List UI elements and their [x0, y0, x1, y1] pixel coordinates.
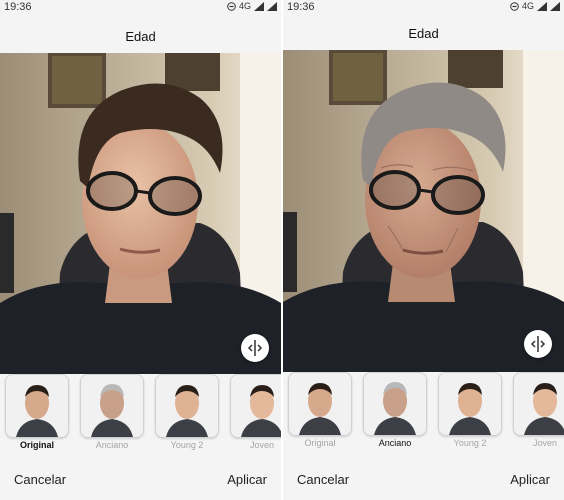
filter-label: Original	[19, 440, 54, 450]
filter-thumbnail	[230, 374, 281, 438]
filter-original[interactable]: Original	[5, 374, 69, 450]
screen-anciano: 19:36 4G Edad Original Anciano Young 2 J…	[283, 0, 564, 500]
apply-button[interactable]: Aplicar	[510, 472, 550, 487]
status-bar: 19:36 4G	[283, 0, 564, 16]
screen-original: 19:36 4G Edad Original Anciano Young 2 J…	[0, 0, 281, 500]
bottom-action-bar: Cancelar Aplicar	[0, 460, 281, 500]
do-not-disturb-icon	[510, 1, 519, 11]
filter-thumbnail	[155, 374, 219, 438]
compare-icon	[530, 336, 546, 352]
page-title: Edad	[125, 29, 156, 44]
photo-preview	[283, 50, 564, 388]
filter-label: Anciano	[378, 438, 412, 448]
filter-thumbnail	[5, 374, 69, 438]
status-bar: 19:36 4G	[0, 0, 281, 16]
battery-icon	[550, 1, 560, 11]
filter-label: Joven	[249, 440, 275, 450]
filter-thumbnail	[288, 372, 352, 436]
apply-button[interactable]: Aplicar	[227, 472, 267, 487]
compare-toggle-button[interactable]	[241, 334, 269, 362]
status-time: 19:36	[287, 1, 315, 13]
battery-icon	[267, 1, 277, 11]
filter-young-2[interactable]: Young 2	[438, 372, 502, 448]
photo-preview	[0, 53, 281, 388]
do-not-disturb-icon	[227, 1, 236, 11]
filter-label: Original	[304, 438, 336, 448]
filter-label: Young 2	[170, 440, 204, 450]
status-icons: 4G	[227, 1, 277, 11]
filter-anciano[interactable]: Anciano	[363, 372, 427, 448]
filter-label: Young 2	[453, 438, 487, 448]
network-type-label: 4G	[521, 1, 534, 11]
filter-strip: Original Anciano Young 2 Joven	[0, 374, 281, 460]
network-type-label: 4G	[238, 1, 251, 11]
filter-young-2[interactable]: Young 2	[155, 374, 219, 450]
page-title: Edad	[408, 26, 439, 41]
signal-icon	[537, 1, 547, 11]
cancel-button[interactable]: Cancelar	[297, 472, 349, 487]
filter-thumbnail	[513, 372, 564, 436]
filter-label: Anciano	[95, 440, 129, 450]
filter-strip: Original Anciano Young 2 Joven	[283, 372, 564, 458]
bottom-action-bar: Cancelar Aplicar	[283, 460, 564, 500]
filter-thumbnail	[363, 372, 427, 436]
compare-toggle-button[interactable]	[524, 330, 552, 358]
filter-thumbnail	[438, 372, 502, 436]
filter-label: Joven	[532, 438, 558, 448]
filter-anciano[interactable]: Anciano	[80, 374, 144, 450]
filter-thumbnail	[80, 374, 144, 438]
filter-joven[interactable]: Joven	[513, 372, 564, 448]
signal-icon	[254, 1, 264, 11]
portrait-image	[0, 53, 281, 388]
cancel-button[interactable]: Cancelar	[14, 472, 66, 487]
filter-joven[interactable]: Joven	[230, 374, 281, 450]
compare-icon	[247, 340, 263, 356]
status-time: 19:36	[4, 1, 32, 13]
portrait-image-aged	[283, 50, 564, 388]
filter-original[interactable]: Original	[288, 372, 352, 448]
status-icons: 4G	[510, 1, 560, 11]
